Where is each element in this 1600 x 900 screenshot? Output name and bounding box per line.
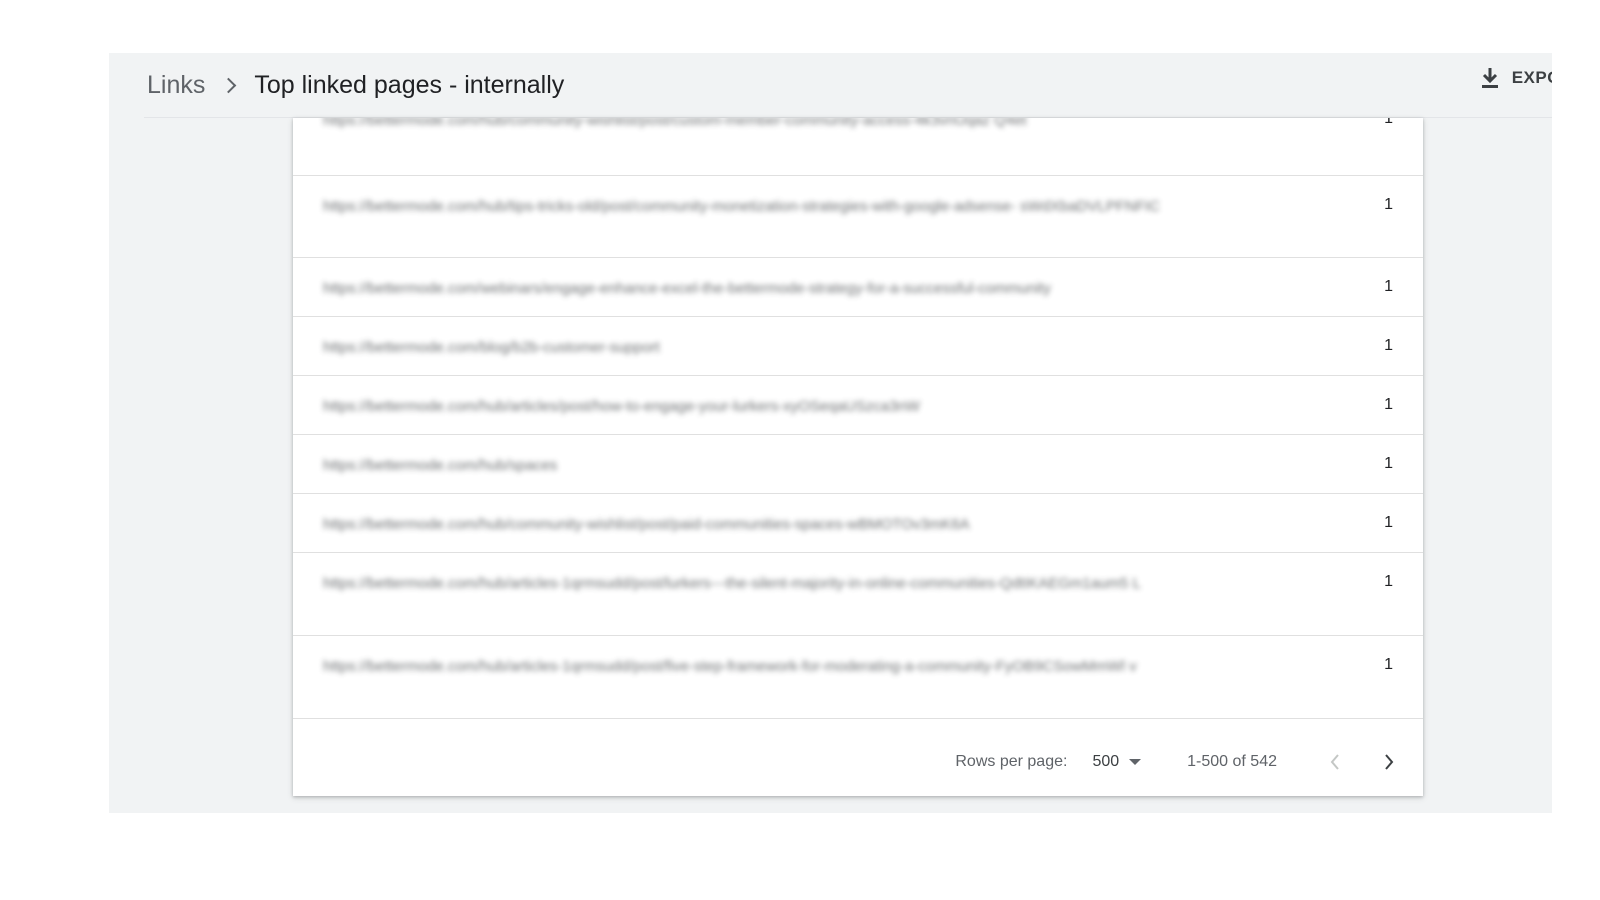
dropdown-caret-icon bbox=[1129, 759, 1142, 765]
table-row[interactable]: https://bettermode.com/hub/spaces 1 bbox=[293, 435, 1423, 494]
page-title: Top linked pages - internally bbox=[254, 70, 565, 99]
table-row[interactable]: https://bettermode.com/hub/articles-1qrm… bbox=[293, 636, 1423, 719]
table-row[interactable]: https://bettermode.com/blog/b2b-customer… bbox=[293, 317, 1423, 376]
url-cell[interactable]: https://bettermode.com/hub/articles-1qrm… bbox=[323, 654, 1203, 679]
table-row[interactable]: https://bettermode.com/hub/community-wis… bbox=[293, 494, 1423, 553]
chevron-left-icon bbox=[1330, 754, 1339, 770]
url-cell[interactable]: https://bettermode.com/blog/b2b-customer… bbox=[323, 335, 1203, 360]
url-cell[interactable]: https://bettermode.com/hub/community-wis… bbox=[323, 512, 1203, 537]
links-table-card: https://bettermode.com/hub/community-wis… bbox=[293, 118, 1423, 796]
export-button[interactable]: EXPC bbox=[1480, 67, 1552, 89]
links-report-panel: Links Top linked pages - internally EXPC… bbox=[109, 53, 1552, 813]
count-cell: 1 bbox=[1384, 396, 1393, 413]
chevron-right-icon bbox=[221, 77, 237, 93]
next-page-button[interactable] bbox=[1369, 742, 1409, 782]
rows-per-page-label: Rows per page: bbox=[955, 753, 1068, 770]
url-cell[interactable]: https://bettermode.com/hub/community-wis… bbox=[323, 118, 1203, 133]
previous-page-button[interactable] bbox=[1315, 742, 1355, 782]
table-row[interactable]: https://bettermode.com/hub/tips-tricks-o… bbox=[293, 176, 1423, 258]
table-row[interactable]: https://bettermode.com/hub/community-wis… bbox=[293, 118, 1423, 176]
export-label: EXPC bbox=[1511, 68, 1552, 87]
count-cell: 1 bbox=[1384, 656, 1393, 673]
url-cell[interactable]: https://bettermode.com/hub/tips-tricks-o… bbox=[323, 194, 1203, 219]
count-cell: 1 bbox=[1384, 337, 1393, 354]
table-row[interactable]: https://bettermode.com/webinars/engage-e… bbox=[293, 258, 1423, 317]
count-cell: 1 bbox=[1384, 514, 1393, 531]
pagination-range: 1-500 of 542 bbox=[1187, 753, 1277, 770]
url-cell[interactable]: https://bettermode.com/hub/articles/post… bbox=[323, 394, 1203, 419]
rows-per-page-select[interactable]: 500 bbox=[1092, 753, 1142, 771]
breadcrumb-links[interactable]: Links bbox=[147, 71, 205, 100]
count-cell: 1 bbox=[1384, 196, 1393, 213]
table-body: https://bettermode.com/hub/community-wis… bbox=[293, 118, 1423, 719]
page-header: Links Top linked pages - internally EXPC bbox=[144, 53, 1552, 118]
rows-per-page-value: 500 bbox=[1092, 753, 1120, 770]
url-cell[interactable]: https://bettermode.com/hub/articles-1qrm… bbox=[323, 571, 1203, 596]
url-cell[interactable]: https://bettermode.com/webinars/engage-e… bbox=[323, 276, 1203, 301]
url-cell[interactable]: https://bettermode.com/hub/spaces bbox=[323, 453, 1203, 478]
count-cell: 1 bbox=[1384, 278, 1393, 295]
count-cell: 1 bbox=[1384, 118, 1393, 127]
chevron-right-icon bbox=[1385, 754, 1394, 770]
download-icon bbox=[1481, 68, 1498, 88]
count-cell: 1 bbox=[1384, 573, 1393, 590]
table-pagination: Rows per page: 500 1-500 of 542 bbox=[293, 728, 1423, 796]
table-row[interactable]: https://bettermode.com/hub/articles-1qrm… bbox=[293, 553, 1423, 636]
table-row[interactable]: https://bettermode.com/hub/articles/post… bbox=[293, 376, 1423, 435]
count-cell: 1 bbox=[1384, 455, 1393, 472]
